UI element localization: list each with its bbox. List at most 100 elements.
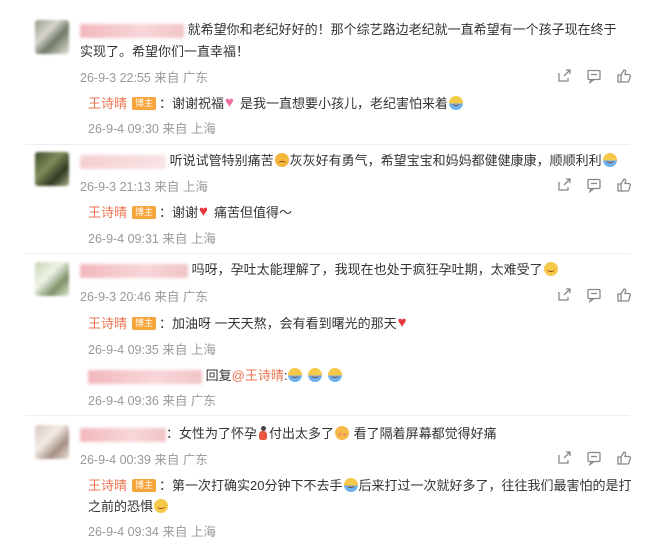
commenter-name[interactable] xyxy=(80,263,188,278)
reply-mention[interactable]: @王诗晴 xyxy=(232,368,284,383)
comment-meta: 26-9-4 00:39 来自 广东 xyxy=(80,449,208,468)
comment-icon[interactable] xyxy=(586,177,602,193)
reply-author[interactable]: 王诗晴 xyxy=(88,205,127,220)
blogger-badge: 博主 xyxy=(132,206,157,219)
comment-meta: 26-9-3 20:46 来自 广东 xyxy=(80,286,208,305)
heart-emoji-icon xyxy=(398,313,412,333)
comment-from: 来自 xyxy=(154,180,180,194)
sweat-emoji-icon xyxy=(343,478,358,492)
reply-text-b: 痛苦但值得～ xyxy=(214,205,293,220)
sweat-emoji-icon xyxy=(602,153,617,167)
blogger-badge: 博主 xyxy=(132,317,157,330)
reply-author[interactable]: 王诗晴 xyxy=(88,96,127,111)
reply-meta: 26-9-4 09:30 来自 上海 xyxy=(88,118,216,137)
comment-text: 听说试管特别痛苦 xyxy=(169,153,274,168)
reply-author[interactable]: 王诗晴 xyxy=(88,316,127,331)
reply-item: 王诗晴 博主 ：第一次打确实20分钟下不去手 后来打过一次就好多了，往往我们最害怕的是… xyxy=(88,476,632,496)
reply-from: 来自 xyxy=(162,525,188,539)
comment-location: 上海 xyxy=(182,180,208,194)
sweat-emoji-icon xyxy=(288,368,303,382)
crying-emoji-icon xyxy=(543,262,558,276)
comment-date: 26-9-3 21:13 xyxy=(80,180,151,194)
blush-emoji-icon xyxy=(335,426,350,440)
avatar[interactable] xyxy=(35,152,69,186)
reply-text-b: 后来打过一次就好多了，往往我们最害怕的是打 xyxy=(358,478,632,493)
reply-from: 来自 xyxy=(162,394,188,408)
comment-from: 来自 xyxy=(154,453,180,467)
reply-date: 26-9-4 09:30 xyxy=(88,122,159,136)
commenter-name[interactable] xyxy=(80,23,184,38)
heart-emoji-icon xyxy=(199,202,213,222)
smile-emoji-icon xyxy=(154,499,169,513)
reply-item: 王诗晴博主：谢谢祝福是我一直想要小孩儿，老纪害怕来着 xyxy=(88,93,464,114)
reply-meta: 26-9-4 09:34 来自 上海 xyxy=(88,521,216,540)
commenter-name[interactable] xyxy=(80,154,166,169)
comment-actions xyxy=(556,68,632,84)
like-icon[interactable] xyxy=(616,287,632,303)
comment-actions xyxy=(556,287,632,303)
reply-meta: 26-9-4 09:36 来自 广东 xyxy=(88,390,216,409)
divider xyxy=(25,144,630,145)
reply-item: 王诗晴博主：谢谢痛苦但值得～ xyxy=(88,202,293,223)
comment-text: ：女性为了怀孕 xyxy=(166,426,258,441)
comment-actions xyxy=(556,177,632,193)
reply-location: 上海 xyxy=(190,232,216,246)
reply-text: ：加油呀 一天天熬，会有看到曙光的那天 xyxy=(159,316,397,331)
sweat-emoji-icon xyxy=(327,368,342,382)
reply-suffix: : xyxy=(283,368,288,383)
comment-meta: 26-9-3 22:55 来自 广东 xyxy=(80,67,208,86)
reply-location: 上海 xyxy=(190,343,216,357)
reply-text-b: 是我一直想要小孩儿，老纪害怕来着 xyxy=(240,96,449,111)
comment-meta: 26-9-3 21:13 来自 上海 xyxy=(80,176,208,195)
reply-prefix: 回复 xyxy=(205,368,232,383)
divider xyxy=(25,415,630,416)
avatar[interactable] xyxy=(35,262,69,296)
comment-text-c: 看了隔着屏幕都觉得好痛 xyxy=(350,426,497,441)
divider xyxy=(25,253,630,254)
sweat-emoji-icon xyxy=(449,96,464,110)
reply-location: 上海 xyxy=(190,122,216,136)
reply-from: 来自 xyxy=(162,343,188,357)
comment-from: 来自 xyxy=(154,71,180,85)
blogger-badge: 博主 xyxy=(132,479,157,492)
replier-name[interactable] xyxy=(88,369,202,384)
blogger-badge: 博主 xyxy=(132,97,157,110)
comment-icon[interactable] xyxy=(586,450,602,466)
comment-text: 吗呀，孕吐太能理解了，我现在也处于疯狂孕吐期，太难受了 xyxy=(191,262,543,277)
reply-from: 来自 xyxy=(162,122,188,136)
avatar[interactable] xyxy=(35,20,69,54)
comment-location: 广东 xyxy=(182,71,208,85)
comment-text-cont: 实现了。希望你们一直幸福！ xyxy=(80,44,250,59)
sweat-emoji-icon xyxy=(308,368,323,382)
reply-author[interactable]: 王诗晴 xyxy=(88,478,127,493)
like-icon[interactable] xyxy=(616,450,632,466)
comment-date: 26-9-3 20:46 xyxy=(80,290,151,304)
reply-from: 来自 xyxy=(162,232,188,246)
comment-date: 26-9-3 22:55 xyxy=(80,71,151,85)
commenter-name[interactable] xyxy=(80,427,166,442)
reply-date: 26-9-4 09:35 xyxy=(88,343,159,357)
reply-location: 广东 xyxy=(190,394,216,408)
reply-date: 26-9-4 09:34 xyxy=(88,525,159,539)
reply-text: ：第一次打确实20分钟下不去手 xyxy=(159,478,343,493)
share-icon[interactable] xyxy=(556,287,572,303)
share-icon[interactable] xyxy=(556,450,572,466)
pregnant-emoji-icon xyxy=(258,426,268,440)
comment-icon[interactable] xyxy=(586,68,602,84)
comment-text-b: 付出太多了 xyxy=(269,426,335,441)
like-icon[interactable] xyxy=(616,68,632,84)
comment-text-b: 灰灰好有勇气，希望宝宝和妈妈都健健康康，顺顺利利 xyxy=(289,153,602,168)
share-icon[interactable] xyxy=(556,177,572,193)
comment-icon[interactable] xyxy=(586,287,602,303)
reply-item: 王诗晴 博主 ：加油呀 一天天熬，会有看到曙光的那天 xyxy=(88,313,413,334)
comment-actions xyxy=(556,450,632,466)
reply-text: ：谢谢祝福 xyxy=(159,96,225,111)
share-icon[interactable] xyxy=(556,68,572,84)
comment-text: 就希望你和老纪好好的！那个综艺路边老纪就一直希望有一个孩子现在终于 xyxy=(187,22,617,37)
comment-location: 广东 xyxy=(182,290,208,304)
comment-location: 广东 xyxy=(182,453,208,467)
reply-text: ：谢谢 xyxy=(159,205,199,220)
avatar[interactable] xyxy=(35,425,69,459)
like-icon[interactable] xyxy=(616,177,632,193)
comment-date: 26-9-4 00:39 xyxy=(80,453,151,467)
